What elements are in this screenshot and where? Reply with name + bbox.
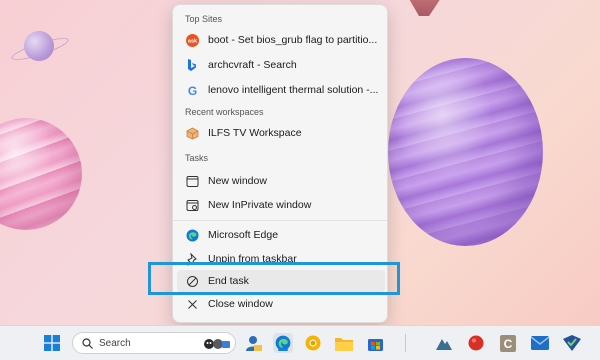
new-inprivate-window-item[interactable]: New InPrivate window [177,194,385,216]
mountain-icon [436,339,452,350]
google-icon: G [185,83,199,97]
new-inprivate-window-label: New InPrivate window [208,199,312,211]
search-icon [82,337,93,349]
menu-divider [173,220,387,221]
top-site-item-3[interactable]: G lenovo intelligent thermal solution -.… [177,79,385,101]
askubuntu-icon: ask [185,33,199,47]
section-top-sites: Top Sites [185,14,223,24]
taskbar-divider [405,334,406,352]
folder-icon [335,337,353,351]
section-recent-workspaces: Recent workspaces [185,107,264,117]
search-highlight-icon [201,335,231,351]
workspace-item[interactable]: ILFS TV Workspace [177,122,385,144]
workspace-icon [185,126,199,140]
top-site-label: lenovo intelligent thermal solution -... [208,84,379,96]
taskbar-store[interactable] [365,333,385,353]
top-site-label: archcvraft - Search [208,59,297,71]
taskbar-app-mountain[interactable] [434,333,454,353]
wallpaper-planet-left [0,118,82,230]
taskbar: Search C [0,325,600,360]
new-window-label: New window [208,175,267,187]
svg-text:ask: ask [187,38,197,44]
taskbar-mail[interactable] [530,333,550,353]
taskbar-app-1[interactable] [243,333,263,353]
taskbar-edge-button[interactable] [273,333,293,353]
svg-text:C: C [504,337,513,351]
taskbar-search[interactable]: Search [72,332,236,354]
svg-text:G: G [187,84,196,97]
top-site-item-1[interactable]: ask boot - Set bios_grub flag to partiti… [177,29,385,51]
close-window-item[interactable]: Close window [177,293,385,315]
taskbar-app-red[interactable] [466,333,486,353]
microsoft-edge-item[interactable]: Microsoft Edge [177,224,385,246]
inprivate-window-icon [185,198,199,212]
new-window-icon [185,174,199,188]
c-app-icon: C [500,334,516,352]
microsoft-edge-label: Microsoft Edge [208,229,279,241]
red-circle-icon [468,335,484,351]
wallpaper-planet-large [388,58,543,246]
taskbar-app-c[interactable]: C [498,333,518,353]
section-tasks: Tasks [185,153,209,163]
new-window-item[interactable]: New window [177,170,385,192]
wallpaper-cone [405,0,445,16]
close-icon [185,297,199,311]
active-indicator [278,349,288,351]
search-placeholder: Search [99,337,131,349]
top-site-label: boot - Set bios_grub flag to partitio... [208,34,378,46]
shield-check-icon [563,334,581,351]
taskbar-file-explorer[interactable] [334,333,354,353]
taskbar-app-vpn[interactable] [562,333,582,353]
taskbar-chrome-canary[interactable] [303,333,323,353]
mail-icon [531,336,549,350]
top-site-item-2[interactable]: archcvraft - Search [177,54,385,76]
chrome-canary-icon [305,335,321,351]
annotation-highlight-box [148,262,400,295]
bing-icon [185,58,199,72]
wallpaper-planet-small [24,31,54,61]
edge-icon [185,228,199,242]
start-button[interactable] [42,333,62,353]
close-window-label: Close window [208,298,273,310]
store-icon [367,338,383,351]
app-person-icon [246,336,262,351]
windows-icon [44,335,60,351]
workspace-label: ILFS TV Workspace [208,127,302,139]
